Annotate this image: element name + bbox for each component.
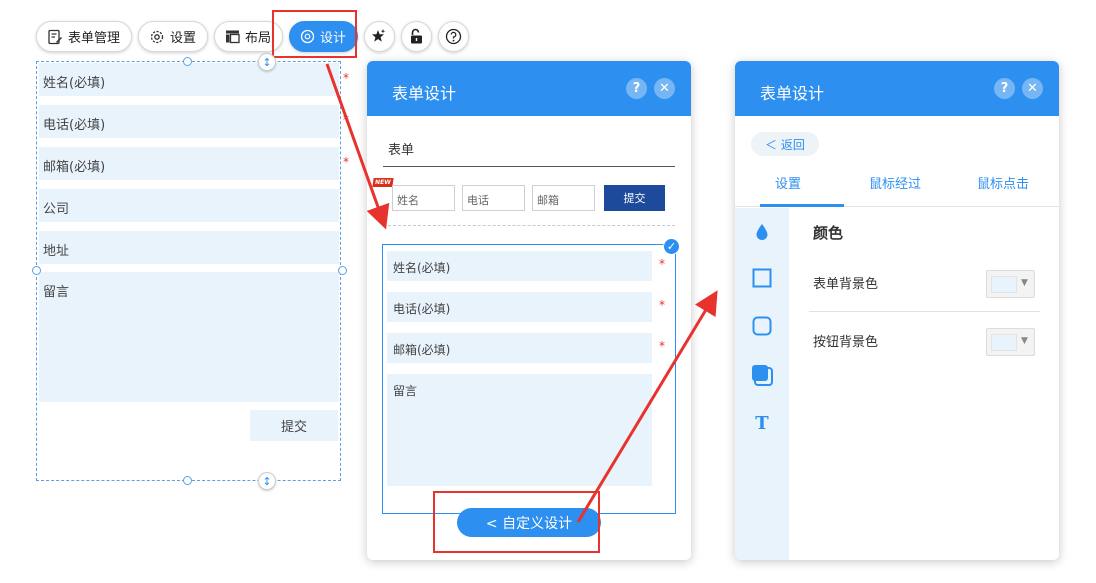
gear-icon bbox=[150, 30, 164, 43]
color-swatch bbox=[991, 334, 1017, 351]
panel-header: 表单设计 ? ✕ bbox=[367, 61, 691, 116]
panel-title: 表单设计 bbox=[392, 84, 457, 103]
custom-design-highlight-box bbox=[433, 491, 600, 553]
divider bbox=[383, 225, 675, 226]
required-mark: * bbox=[343, 113, 349, 127]
left-field-name[interactable]: 姓名(必填) bbox=[39, 63, 339, 96]
template-phone-input[interactable]: 电话 bbox=[462, 185, 525, 211]
vertical-resize-icon[interactable]: ↕ bbox=[258, 53, 276, 71]
help-icon[interactable]: ? bbox=[626, 78, 647, 99]
toolbar: 表单管理 设置 布局 设计 bbox=[36, 21, 470, 52]
help-icon bbox=[445, 28, 462, 45]
form-edit-icon bbox=[48, 29, 62, 44]
panel-title: 表单设计 bbox=[760, 84, 825, 103]
template-name-input[interactable]: 姓名 bbox=[392, 185, 455, 211]
left-field-email[interactable]: 邮箱(必填) bbox=[39, 147, 339, 180]
resize-handle[interactable] bbox=[338, 266, 347, 275]
rounded-corner-icon[interactable] bbox=[751, 315, 773, 337]
required-mark: * bbox=[343, 71, 349, 85]
design-highlight-box bbox=[272, 10, 357, 58]
button-bg-color-picker[interactable]: ▼ bbox=[986, 328, 1035, 356]
layout-label: 布局 bbox=[245, 31, 272, 46]
required-mark: * bbox=[659, 339, 665, 353]
active-tab-indicator bbox=[760, 204, 844, 207]
shadow-icon[interactable] bbox=[751, 364, 773, 386]
template-field-name: 姓名(必填) bbox=[387, 251, 652, 281]
tab-hover[interactable]: 鼠标经过 bbox=[869, 173, 921, 192]
required-mark: * bbox=[343, 155, 349, 169]
left-submit-button[interactable]: 提交 bbox=[250, 410, 338, 441]
layout-icon bbox=[226, 30, 240, 44]
form-manage-button[interactable]: 表单管理 bbox=[36, 21, 133, 52]
template-submit-button[interactable]: 提交 bbox=[604, 185, 665, 211]
divider bbox=[809, 311, 1040, 312]
panel-header: 表单设计 ? ✕ bbox=[735, 61, 1059, 116]
check-icon: ✓ bbox=[663, 238, 680, 255]
color-drop-icon[interactable] bbox=[751, 221, 773, 243]
required-mark: * bbox=[659, 257, 665, 271]
left-field-company[interactable]: 公司 bbox=[39, 189, 339, 222]
template-field-message: 留言 bbox=[387, 374, 652, 486]
form-title-input[interactable]: 表单 bbox=[383, 139, 675, 167]
form-manage-label: 表单管理 bbox=[68, 31, 121, 46]
template-field-email: 邮箱(必填) bbox=[387, 333, 652, 363]
button-bg-color-label: 按钮背景色 bbox=[813, 335, 879, 350]
unlock-icon bbox=[411, 28, 423, 44]
vertical-resize-icon[interactable]: ↕ bbox=[258, 472, 276, 490]
resize-handle[interactable] bbox=[32, 266, 41, 275]
settings-button[interactable]: 设置 bbox=[138, 21, 209, 52]
resize-handle[interactable] bbox=[183, 57, 192, 66]
tab-click[interactable]: 鼠标点击 bbox=[977, 173, 1029, 192]
help-icon[interactable]: ? bbox=[994, 78, 1015, 99]
settings-label: 设置 bbox=[170, 31, 197, 46]
template-email-input[interactable]: 邮箱 bbox=[532, 185, 595, 211]
animation-button[interactable] bbox=[364, 21, 396, 52]
help-button[interactable] bbox=[438, 21, 470, 52]
section-heading: 颜色 bbox=[813, 224, 844, 242]
tab-settings[interactable]: 设置 bbox=[775, 173, 801, 192]
lock-button[interactable] bbox=[401, 21, 433, 52]
tab-bar: 设置 鼠标经过 鼠标点击 bbox=[735, 169, 1059, 207]
new-badge: NEW bbox=[372, 178, 394, 187]
form-design-panel: 表单设计 ? ✕ 表单 NEW 姓名 电话 邮箱 提交 姓名(必填) * 电话(… bbox=[367, 61, 691, 560]
close-icon[interactable]: ✕ bbox=[1022, 78, 1043, 99]
form-bg-color-label: 表单背景色 bbox=[813, 277, 879, 292]
back-button[interactable]: ＜ 返回 bbox=[751, 132, 819, 156]
left-field-phone[interactable]: 电话(必填) bbox=[39, 105, 339, 138]
required-mark: * bbox=[659, 298, 665, 312]
form-design-settings-panel: 表单设计 ? ✕ ＜ 返回 设置 鼠标经过 鼠标点击 T 颜色 表单背景色 ▼ … bbox=[735, 61, 1059, 560]
template-field-phone: 电话(必填) bbox=[387, 292, 652, 322]
text-style-icon[interactable]: T bbox=[751, 412, 773, 434]
style-category-rail: T bbox=[735, 208, 789, 560]
left-field-address[interactable]: 地址 bbox=[39, 231, 339, 264]
resize-handle[interactable] bbox=[183, 476, 192, 485]
caret-down-icon: ▼ bbox=[1021, 278, 1028, 288]
color-swatch bbox=[991, 276, 1017, 293]
star-effect-icon bbox=[372, 29, 386, 42]
close-icon[interactable]: ✕ bbox=[654, 78, 675, 99]
caret-down-icon: ▼ bbox=[1021, 336, 1028, 346]
form-bg-color-picker[interactable]: ▼ bbox=[986, 270, 1035, 298]
form-canvas[interactable]: 姓名(必填) * 电话(必填) * 邮箱(必填) * 公司 地址 留言 提交 ↕… bbox=[32, 53, 349, 490]
border-square-icon[interactable] bbox=[751, 267, 773, 289]
left-field-message[interactable]: 留言 bbox=[39, 272, 339, 402]
form-template-card[interactable]: 姓名(必填) * 电话(必填) * 邮箱(必填) * 留言 bbox=[382, 244, 676, 514]
